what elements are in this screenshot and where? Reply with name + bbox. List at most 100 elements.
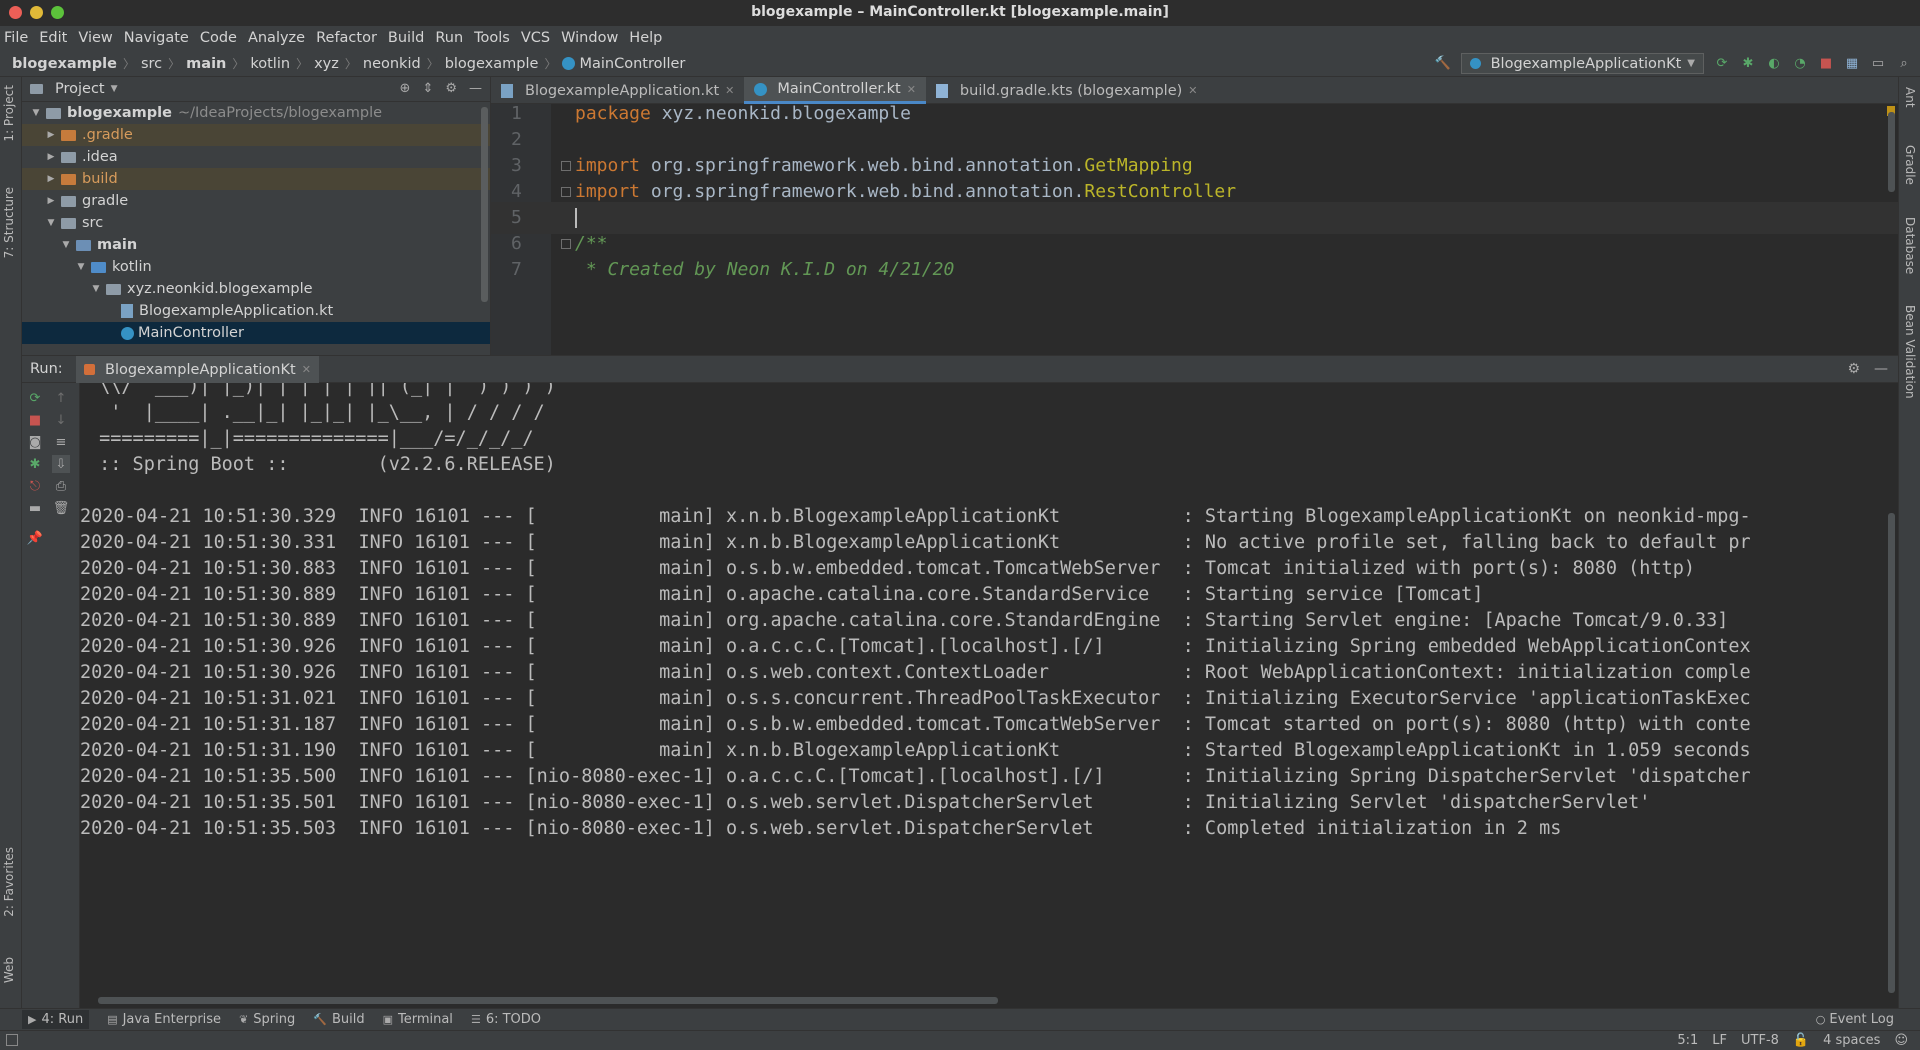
menu-item-build[interactable]: Build: [388, 30, 424, 46]
project-structure-icon[interactable]: ▦: [1844, 56, 1860, 72]
project-tree-item[interactable]: ▶ gradle: [22, 190, 490, 212]
stop-icon[interactable]: ■: [1818, 56, 1834, 72]
locate-icon[interactable]: ⊕: [400, 81, 411, 96]
favorites-tool-tab[interactable]: 2: Favorites: [2, 847, 16, 917]
chevron-down-icon[interactable]: ▼: [75, 262, 87, 272]
project-tree-item[interactable]: MainController: [22, 322, 490, 344]
chevron-right-icon[interactable]: ▶: [45, 174, 57, 184]
menu-item-window[interactable]: Window: [561, 30, 618, 46]
breadcrumb-item[interactable]: kotlin: [250, 56, 290, 72]
web-tool-tab[interactable]: Web: [2, 957, 16, 983]
stop-icon[interactable]: ■: [26, 411, 44, 429]
menu-item-refactor[interactable]: Refactor: [316, 30, 377, 46]
close-icon[interactable]: ✕: [1188, 84, 1197, 97]
project-tree-item[interactable]: ▶ .gradle: [22, 124, 490, 146]
rerun-icon[interactable]: ⟳: [1714, 56, 1730, 72]
project-tree-item[interactable]: ▶ .idea: [22, 146, 490, 168]
close-icon[interactable]: ✕: [907, 83, 916, 96]
debug-icon[interactable]: ✱: [1740, 56, 1756, 72]
breadcrumb-item[interactable]: main: [186, 56, 226, 72]
breadcrumb-item[interactable]: xyz: [314, 56, 339, 72]
menu-item-tools[interactable]: Tools: [474, 30, 510, 46]
event-log-button[interactable]: ○ Event Log: [1816, 1012, 1894, 1027]
chevron-right-icon[interactable]: ▶: [45, 152, 57, 162]
breadcrumb-item[interactable]: blogexample: [445, 56, 539, 72]
line-separator[interactable]: LF: [1712, 1033, 1727, 1048]
breadcrumb-item[interactable]: src: [141, 56, 162, 72]
arrow-down-icon[interactable]: ↓: [52, 411, 70, 429]
hide-icon[interactable]: —: [469, 81, 482, 96]
rerun-icon[interactable]: ⟳: [26, 389, 44, 407]
console-vertical-scrollbar[interactable]: [1888, 513, 1895, 993]
camera-icon[interactable]: ◙: [26, 433, 44, 451]
search-icon[interactable]: ⌕: [1896, 56, 1912, 72]
editor-tab[interactable]: BlogexampleApplication.kt ✕: [491, 77, 744, 104]
scroll-to-end-icon[interactable]: ⇩: [52, 455, 70, 473]
menu-item-run[interactable]: Run: [435, 30, 463, 46]
run-console[interactable]: \\/ ___)| |_)| | | | | || (_| | ) ) ) ) …: [80, 383, 1898, 1008]
run-configuration-select[interactable]: BlogexampleApplicationKt ▼: [1460, 53, 1704, 74]
build-hammer-icon[interactable]: 🔨: [1435, 56, 1451, 72]
menu-item-navigate[interactable]: Navigate: [124, 30, 189, 46]
caret-position[interactable]: 5:1: [1677, 1033, 1698, 1048]
project-scrollbar[interactable]: [481, 107, 488, 302]
debug-icon[interactable]: ✱: [26, 455, 44, 473]
run-tab[interactable]: BlogexampleApplicationKt ✕: [76, 356, 319, 383]
code-editor[interactable]: 1 package xyz.neonkid.blogexample 2 3 import…: [491, 104, 1898, 355]
file-encoding[interactable]: UTF-8: [1741, 1033, 1779, 1048]
chevron-down-icon[interactable]: ▼: [45, 218, 57, 228]
project-panel-title[interactable]: Project: [55, 81, 105, 97]
editor-tab[interactable]: MainController.kt ✕: [744, 77, 926, 104]
project-tool-tab[interactable]: 1: Project: [2, 85, 16, 142]
coverage-icon[interactable]: ◐: [1766, 56, 1782, 72]
bottom-tab-java-enterprise[interactable]: ▤ Java Enterprise: [107, 1010, 221, 1029]
project-tree-item[interactable]: ▶ build: [22, 168, 490, 190]
editor-scrollbar[interactable]: [1888, 112, 1895, 192]
fold-marker-icon[interactable]: [561, 161, 571, 171]
editor-tab[interactable]: build.gradle.kts (blogexample) ✕: [926, 77, 1208, 104]
menu-item-edit[interactable]: Edit: [39, 30, 67, 46]
chevron-down-icon[interactable]: ▼: [90, 284, 102, 294]
indent-setting[interactable]: 4 spaces: [1823, 1033, 1880, 1048]
breadcrumb-item[interactable]: MainController: [562, 56, 685, 72]
chevron-down-icon[interactable]: ▼: [60, 240, 72, 250]
toggle-tool-windows-icon[interactable]: [6, 1034, 18, 1046]
layout-icon[interactable]: ▬: [26, 499, 44, 517]
project-tree-item[interactable]: ▼ kotlin: [22, 256, 490, 278]
console-horizontal-scrollbar[interactable]: [98, 997, 998, 1004]
project-tree-item[interactable]: ▼ xyz.neonkid.blogexample: [22, 278, 490, 300]
chevron-right-icon[interactable]: ▶: [45, 196, 57, 206]
chevron-down-icon[interactable]: ▼: [30, 108, 42, 118]
trash-icon[interactable]: 🗑: [52, 499, 70, 517]
menu-item-help[interactable]: Help: [629, 30, 662, 46]
pin-icon[interactable]: 📌: [26, 529, 44, 547]
chevron-right-icon[interactable]: ▶: [45, 130, 57, 140]
inspector-icon[interactable]: ☺: [1894, 1033, 1908, 1048]
breadcrumb-item[interactable]: neonkid: [363, 56, 421, 72]
fold-marker-icon[interactable]: [561, 187, 571, 197]
menu-item-view[interactable]: View: [78, 30, 112, 46]
gradle-tool-tab[interactable]: Gradle: [1903, 145, 1917, 185]
ant-tool-tab[interactable]: Ant: [1903, 87, 1917, 108]
menu-item-analyze[interactable]: Analyze: [248, 30, 305, 46]
close-icon[interactable]: ✕: [725, 84, 734, 97]
collapse-all-icon[interactable]: ⇕: [422, 81, 433, 96]
hide-icon[interactable]: —: [1874, 361, 1888, 377]
menu-item-file[interactable]: File: [4, 30, 28, 46]
database-tool-tab[interactable]: Database: [1903, 217, 1917, 274]
chevron-down-icon[interactable]: ▼: [111, 84, 118, 94]
profile-icon[interactable]: ◔: [1792, 56, 1808, 72]
gear-icon[interactable]: ⚙: [1847, 361, 1860, 377]
menu-item-vcs[interactable]: VCS: [521, 30, 550, 46]
gear-icon[interactable]: ⚙: [445, 81, 457, 96]
project-tree-item[interactable]: ▼ src: [22, 212, 490, 234]
bottom-tab-build[interactable]: 🔨 Build: [313, 1010, 364, 1029]
exit-icon[interactable]: ⎋: [26, 477, 44, 495]
project-tree-item[interactable]: BlogexampleApplication.kt: [22, 300, 490, 322]
arrow-up-icon[interactable]: ↑: [52, 389, 70, 407]
bottom-tab-terminal[interactable]: ▣ Terminal: [383, 1010, 453, 1029]
fold-marker-icon[interactable]: [561, 239, 571, 249]
bottom-tab-6-todo[interactable]: ☰ 6: TODO: [471, 1010, 541, 1029]
bean-validation-tool-tab[interactable]: Bean Validation: [1903, 305, 1917, 399]
project-tree-item[interactable]: ▼ main: [22, 234, 490, 256]
